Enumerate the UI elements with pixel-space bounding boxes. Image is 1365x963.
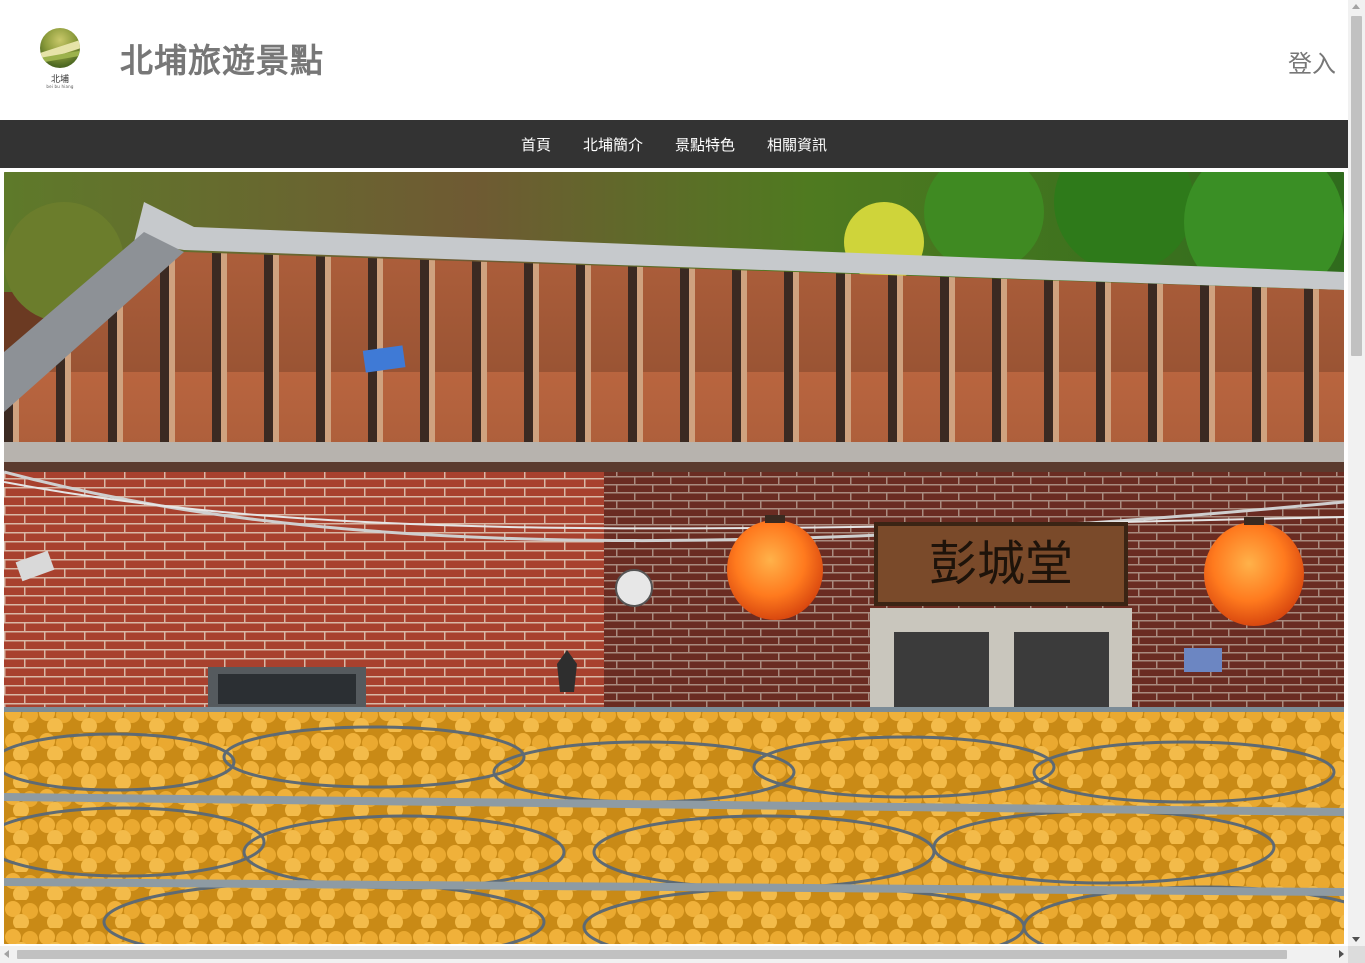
horizontal-scroll-thumb[interactable]	[17, 950, 1287, 959]
hero-photo-icon: 彭城堂	[4, 172, 1344, 944]
scroll-left-arrow-icon[interactable]	[4, 950, 9, 958]
horizontal-scrollbar[interactable]	[0, 946, 1348, 963]
vertical-scrollbar[interactable]	[1348, 0, 1365, 946]
main-nav: 首頁 北埔簡介 景點特色 相關資訊	[0, 120, 1348, 168]
scrollbar-corner	[1348, 946, 1365, 963]
logo-emblem-icon	[40, 28, 80, 68]
scroll-down-arrow-icon[interactable]	[1352, 937, 1360, 942]
scroll-right-arrow-icon[interactable]	[1339, 950, 1344, 958]
logo-subtitle: bei bu hiang	[46, 84, 74, 89]
site-logo[interactable]: 北埔 bei bu hiang	[36, 26, 84, 94]
hero-image: 彭城堂	[1, 169, 1347, 947]
site-header: 北埔 bei bu hiang 北埔旅遊景點 登入	[0, 0, 1348, 120]
site-title: 北埔旅遊景點	[120, 41, 324, 80]
nav-item-info[interactable]: 相關資訊	[751, 134, 843, 155]
nav-item-home[interactable]: 首頁	[505, 134, 567, 155]
scroll-up-arrow-icon[interactable]	[1352, 4, 1360, 9]
login-link[interactable]: 登入	[1288, 44, 1336, 79]
nav-item-intro[interactable]: 北埔簡介	[567, 134, 659, 155]
vertical-scroll-thumb[interactable]	[1351, 16, 1362, 356]
nav-item-attractions[interactable]: 景點特色	[659, 134, 751, 155]
hero-sign-text: 彭城堂	[929, 536, 1073, 592]
